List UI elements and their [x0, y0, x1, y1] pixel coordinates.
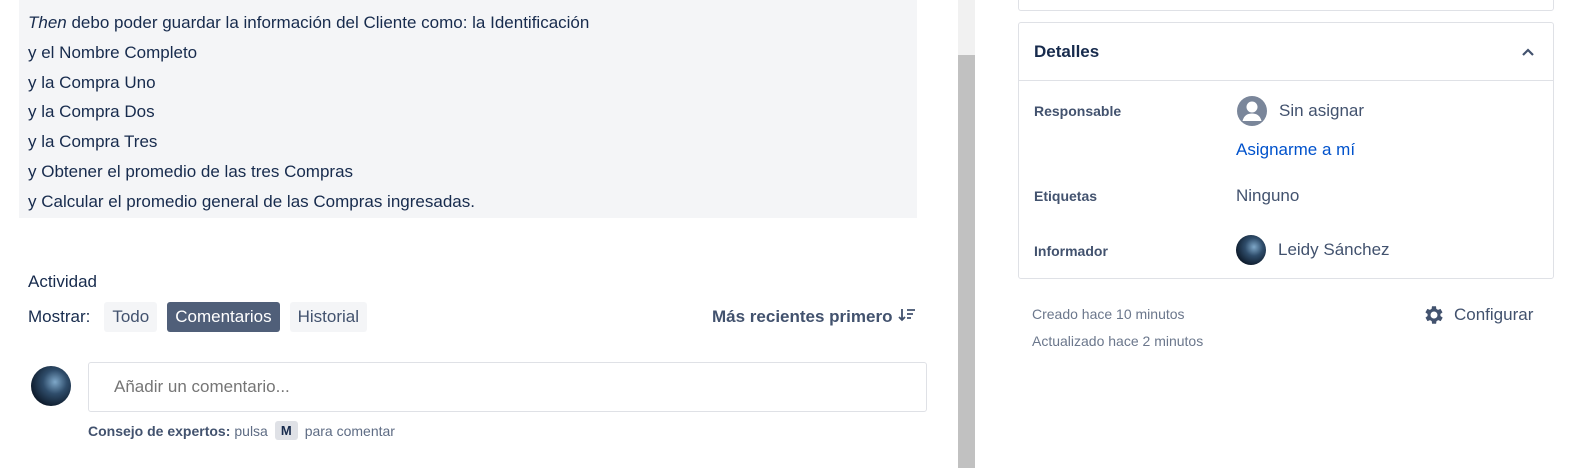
current-user-avatar — [31, 366, 71, 406]
filter-comments-button[interactable]: Comentarios — [167, 302, 280, 332]
description-line: Then debo poder guardar la información d… — [28, 8, 908, 38]
chevron-up-icon[interactable] — [1518, 42, 1538, 62]
description-line: y la Compra Dos — [28, 102, 155, 122]
reporter-name: Leidy Sánchez — [1278, 240, 1390, 259]
configure-button[interactable]: Configurar — [1422, 303, 1533, 327]
description-line: y el Nombre Completo — [28, 42, 198, 62]
keyboard-shortcut-key: M — [274, 421, 298, 440]
previous-panel-card — [1018, 0, 1554, 11]
assign-to-me-link[interactable]: Asignarme a mí — [1236, 140, 1355, 160]
filter-all-button[interactable]: Todo — [104, 302, 158, 332]
user-placeholder-icon — [1237, 96, 1267, 126]
description-block[interactable]: Then debo poder guardar la información d… — [19, 0, 917, 218]
description-first-line-text: debo poder guardar la información del Cl… — [66, 13, 590, 32]
assignee-value[interactable]: Sin asignar — [1236, 95, 1364, 127]
reporter-label: Informador — [1034, 243, 1108, 259]
created-timestamp: Creado hace 10 minutos — [1032, 306, 1185, 322]
description-line: y la Compra Uno — [28, 72, 156, 92]
reporter-value[interactable]: Leidy Sánchez — [1236, 235, 1390, 265]
show-label: Mostrar: — [28, 307, 91, 326]
scrollbar-thumb[interactable] — [958, 55, 975, 468]
updated-timestamp: Actualizado hace 2 minutos — [1032, 333, 1204, 349]
description-line: y Calcular el promedio general de las Co… — [28, 191, 475, 211]
activity-filter-row: Mostrar: Todo Comentarios Historial — [28, 302, 367, 332]
assignee-name: Sin asignar — [1279, 101, 1365, 120]
sort-label: Más recientes primero — [712, 307, 893, 326]
sort-order-button[interactable]: Más recientes primero — [712, 302, 916, 332]
configure-label: Configurar — [1454, 305, 1534, 324]
description-line: y la Compra Tres — [28, 132, 158, 152]
comment-input[interactable] — [88, 362, 927, 412]
activity-title: Actividad — [28, 272, 97, 291]
labels-value[interactable]: Ninguno — [1236, 186, 1299, 206]
filter-history-button[interactable]: Historial — [289, 302, 367, 332]
labels-label: Etiquetas — [1034, 188, 1098, 204]
details-panel: Detalles Responsable Sin asignar Asignar… — [1018, 22, 1554, 279]
description-italic-word: Then — [28, 13, 67, 32]
pro-tip: Consejo de expertos: pulsa M para coment… — [88, 421, 395, 440]
details-title: Detalles — [1034, 41, 1100, 61]
tip-pre-text: pulsa — [234, 422, 268, 439]
tip-post-text: para comentar — [304, 422, 395, 439]
assignee-label: Responsable — [1034, 103, 1122, 119]
details-header[interactable]: Detalles — [1019, 23, 1553, 81]
sort-icon — [898, 306, 916, 329]
gear-icon — [1425, 306, 1443, 324]
issue-main-column: Then debo poder guardar la información d… — [0, 0, 958, 468]
reporter-avatar — [1236, 235, 1266, 265]
description-line: y Obtener el promedio de las tres Compra… — [28, 161, 354, 181]
tip-bold-label: Consejo de expertos: — [88, 422, 231, 439]
